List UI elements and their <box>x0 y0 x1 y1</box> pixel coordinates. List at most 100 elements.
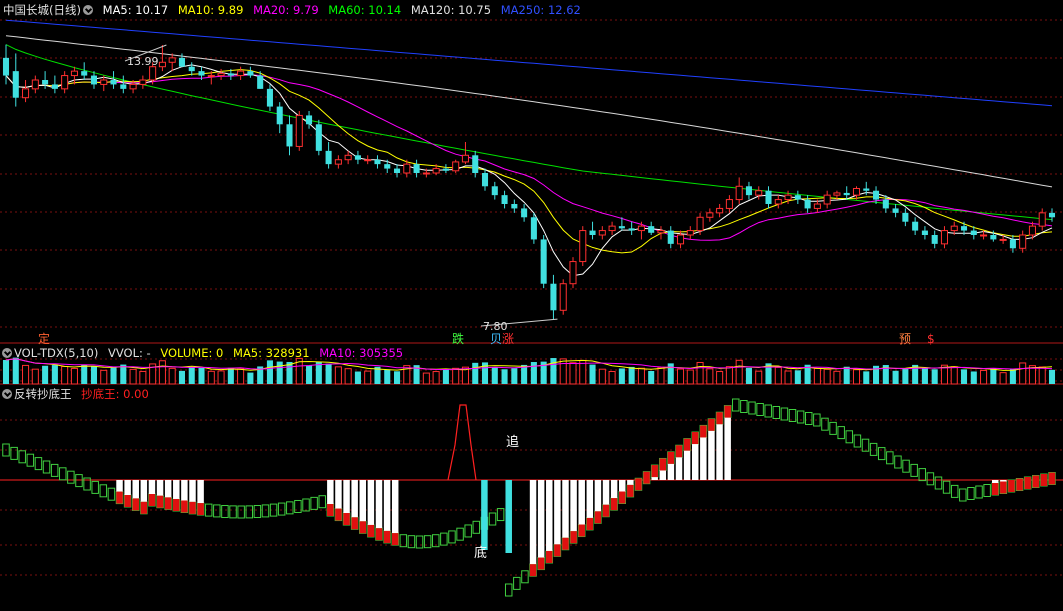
candle-body <box>745 186 752 196</box>
indicator-column <box>554 480 561 545</box>
indicator-chart <box>0 398 1063 597</box>
candle-body <box>686 230 694 236</box>
candle-body <box>1019 234 1027 249</box>
indicator-column <box>602 480 610 505</box>
signal-die: 跌 <box>452 331 464 346</box>
candle-body <box>1048 212 1056 218</box>
indicator-step <box>942 480 951 494</box>
indicator-column <box>156 480 164 496</box>
indicator-step <box>983 484 991 497</box>
indicator-column <box>537 480 545 558</box>
indicator-step <box>821 417 829 431</box>
indicator-step <box>886 451 894 465</box>
indicator-cap <box>359 521 367 534</box>
candle-body <box>422 172 430 175</box>
volume-bar <box>530 362 537 384</box>
volume-bar <box>608 370 616 385</box>
indicator-step <box>221 505 229 519</box>
volume-bar <box>120 364 127 384</box>
indicator-column <box>659 470 667 480</box>
candle-body <box>168 57 176 63</box>
candle-body <box>950 225 958 232</box>
candle-body <box>550 283 557 311</box>
indicator-cap <box>164 497 172 510</box>
indicator-step <box>213 504 221 518</box>
indicator-column <box>627 480 634 485</box>
indicator-cap <box>173 498 180 511</box>
volume-bar <box>852 369 861 385</box>
volume-bar <box>579 360 587 385</box>
indicator-step <box>853 434 862 448</box>
volume-bar <box>334 366 342 385</box>
indicator-step <box>50 463 59 477</box>
indicator-column <box>173 480 180 499</box>
indicator-step <box>829 421 837 435</box>
indicator-cap <box>148 494 156 506</box>
indicator-step <box>472 520 481 534</box>
candle-body <box>413 164 420 173</box>
volume-bar <box>81 364 88 384</box>
volume-bar <box>931 369 938 384</box>
volume-bar <box>990 368 997 384</box>
candle-body <box>149 66 157 81</box>
candle-body <box>628 228 635 231</box>
high-price-label: 13.99 <box>127 55 159 68</box>
indicator-step <box>796 410 805 424</box>
volume-bar <box>158 360 166 385</box>
indicator-step <box>67 470 75 484</box>
indicator-step <box>934 476 943 490</box>
collapse-icon[interactable] <box>82 5 93 15</box>
indicator-cap <box>546 550 553 563</box>
indicator-column <box>1000 480 1007 482</box>
volume-bar <box>892 370 899 384</box>
candle-body <box>334 159 342 165</box>
candle-body <box>481 173 489 187</box>
candle-body <box>188 66 195 72</box>
indicator-step <box>456 527 464 541</box>
volume-bar <box>676 368 685 385</box>
indicator-cap <box>156 495 164 508</box>
volume-bar <box>725 366 733 385</box>
indicator-cap <box>562 537 569 550</box>
indicator-step <box>894 455 902 469</box>
indicator-step <box>950 484 959 498</box>
volume-bar <box>70 367 78 385</box>
volume-bar <box>178 370 185 384</box>
indicator-cap <box>189 501 196 514</box>
bottom-column <box>505 480 512 553</box>
candle-body <box>540 239 547 284</box>
collapse-icon[interactable] <box>2 389 12 399</box>
volume-bar <box>168 367 176 385</box>
collapse-icon[interactable] <box>2 348 12 358</box>
volume-bar <box>863 371 870 384</box>
candle-body <box>774 199 782 205</box>
volume-bar <box>306 365 313 384</box>
indicator-cap <box>578 524 585 537</box>
indicator-step <box>513 576 521 590</box>
volume-bar <box>90 366 98 384</box>
indicator-column <box>132 480 139 499</box>
indicator-step <box>732 398 740 412</box>
main-header: 中国长城(日线) MA5: 10.17 MA10: 9.89 MA20: 9.7… <box>0 2 587 18</box>
indicator-step <box>237 505 245 519</box>
volume-bar <box>686 369 694 385</box>
candle-body <box>755 190 763 196</box>
volume-bar <box>511 368 518 384</box>
volume-bar <box>422 372 430 385</box>
volume-bar <box>12 357 19 384</box>
candle-body <box>42 80 49 85</box>
candle-body <box>501 195 508 204</box>
candle-body <box>354 155 361 160</box>
volume-bar <box>472 362 479 384</box>
volume-bar <box>61 365 69 385</box>
indicator-column <box>116 480 123 492</box>
volume-bar <box>921 368 928 384</box>
volume-bar <box>325 363 332 384</box>
candle-body <box>921 230 928 235</box>
indicator-column <box>546 480 553 551</box>
candle-body <box>667 230 674 244</box>
volume-bar <box>51 365 58 384</box>
volume-bar <box>902 368 909 384</box>
volume-bar <box>364 370 372 385</box>
candle-body <box>129 83 137 90</box>
